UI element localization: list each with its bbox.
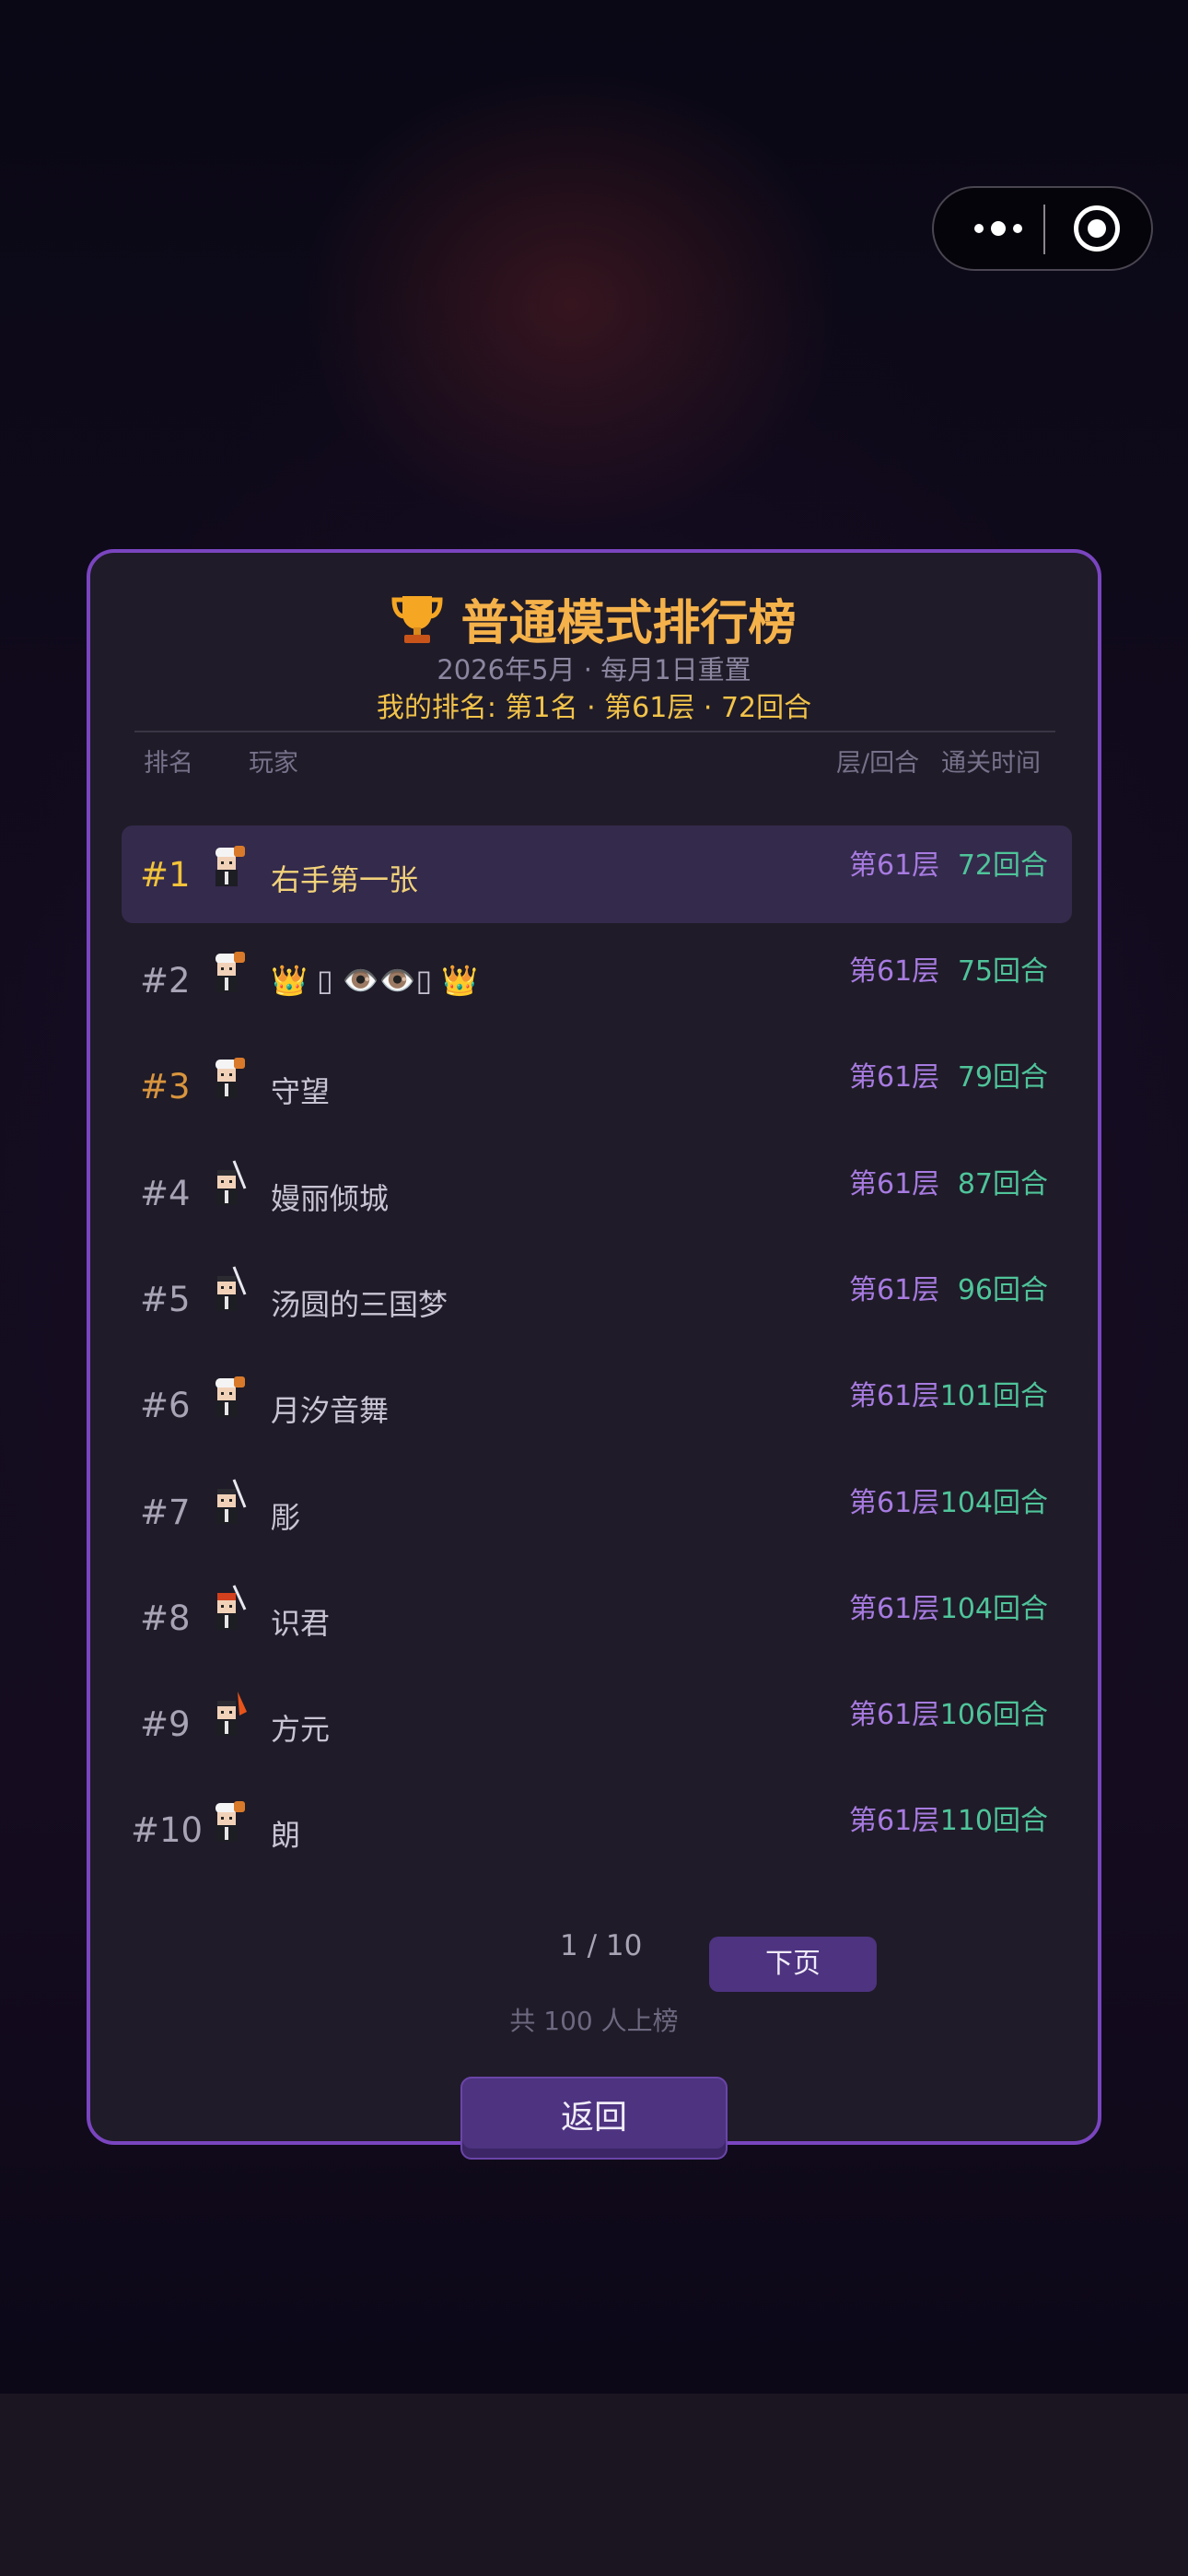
rank-number: #8 — [140, 1598, 191, 1638]
chef-icon — [215, 1376, 245, 1417]
player-name: 方元 — [271, 1712, 331, 1747]
chef-icon — [215, 1801, 245, 1842]
rank-number: #7 — [140, 1493, 191, 1532]
page-title: 普通模式排行榜 — [460, 596, 797, 651]
swordsman-icon — [215, 1266, 247, 1311]
leaderboard-row: #4 嫚丽倾城 第61层 87回合 — [122, 1144, 1072, 1242]
red-swordsman-icon — [215, 1585, 247, 1630]
trophy-icon — [391, 595, 443, 643]
rank-number: #2 — [140, 961, 191, 1001]
more-dots-icon[interactable] — [960, 188, 1037, 269]
rank-number: #9 — [140, 1704, 191, 1744]
player-name: 月汐音舞 — [271, 1393, 390, 1428]
header-time: 通关时间 — [941, 749, 1041, 778]
floor-reached: 第61层 — [849, 1380, 940, 1412]
leaderboard-row: #10 朗 第61层 110回合 — [122, 1781, 1072, 1879]
floor-reached: 第61层 — [849, 1274, 940, 1306]
next-page-button[interactable]: 下页 — [709, 1937, 877, 1992]
rank-number: #3 — [140, 1067, 191, 1107]
leaderboard-row: #5 汤圆的三国梦 第61层 96回合 — [122, 1250, 1072, 1348]
leaderboard-row: #3 守望 第61层 79回合 — [122, 1037, 1072, 1135]
leaderboard-panel: 普通模式排行榜 2026年5月 · 每月1日重置 我的排名: 第1名 · 第61… — [87, 549, 1101, 2145]
floor-reached: 第61层 — [849, 849, 940, 882]
floor-reached: 第61层 — [849, 1061, 940, 1094]
clear-turns: 104回合 — [939, 1487, 1048, 1519]
season-subtitle: 2026年5月 · 每月1日重置 — [437, 654, 751, 685]
leaderboard-row: #7 彫 第61层 104回合 — [122, 1463, 1072, 1561]
clear-turns: 101回合 — [939, 1380, 1048, 1412]
chef-icon — [215, 952, 245, 992]
player-name: 嫚丽倾城 — [271, 1181, 390, 1216]
rank-number: #5 — [140, 1280, 191, 1319]
fire-swordsman-icon — [215, 1692, 247, 1736]
clear-turns: 75回合 — [957, 955, 1048, 988]
player-name: 右手第一张 — [271, 862, 419, 897]
leaderboard-row: #9 方元 第61层 106回合 — [122, 1675, 1072, 1773]
floor-reached: 第61层 — [849, 1699, 940, 1731]
leaderboard-row: #2 👑 ▯ 👁‍👁▯ 👑 第61层 75回合 — [122, 931, 1072, 1029]
rank-number: #1 — [140, 855, 191, 895]
floor-reached: 第61层 — [849, 1593, 940, 1625]
player-name: 彫 — [271, 1500, 301, 1535]
capsule-divider — [1043, 205, 1045, 254]
rank-number: #10 — [131, 1810, 204, 1850]
floor-reached: 第61层 — [849, 1805, 940, 1837]
header-rank: 排名 — [144, 749, 193, 778]
player-name: 朗 — [271, 1818, 301, 1853]
clear-turns: 79回合 — [957, 1061, 1048, 1094]
header-divider — [134, 731, 1055, 732]
clear-turns: 110回合 — [939, 1805, 1048, 1837]
clear-turns: 87回合 — [957, 1168, 1048, 1200]
header-player: 玩家 — [249, 749, 298, 778]
mini-program-capsule — [932, 186, 1153, 271]
rank-number: #6 — [140, 1386, 191, 1425]
bottom-bar — [0, 2394, 1188, 2576]
my-rank: 我的排名: 第1名 · 第61层 · 72回合 — [376, 692, 812, 724]
floor-reached: 第61层 — [849, 1168, 940, 1200]
leaderboard-row: #8 识君 第61层 104回合 — [122, 1569, 1072, 1667]
back-button[interactable]: 返回 — [460, 2077, 728, 2160]
clear-turns: 72回合 — [957, 849, 1048, 882]
chef-icon — [215, 846, 245, 886]
swordsman-icon — [215, 1479, 247, 1524]
clear-turns: 106回合 — [939, 1699, 1048, 1731]
rank-number: #4 — [140, 1174, 191, 1213]
clear-turns: 104回合 — [939, 1593, 1048, 1625]
leaderboard-row: #6 月汐音舞 第61层 101回合 — [122, 1356, 1072, 1454]
player-name: 汤圆的三国梦 — [271, 1287, 448, 1322]
player-name: 👑 ▯ 👁‍👁▯ 👑 — [271, 963, 479, 998]
player-name: 守望 — [271, 1074, 331, 1109]
floor-reached: 第61层 — [849, 1487, 940, 1519]
title-row: 普通模式排行榜 — [90, 584, 1098, 651]
header-floor: 层/回合 — [836, 749, 920, 778]
chef-icon — [215, 1058, 245, 1098]
player-name: 识君 — [271, 1606, 331, 1641]
page-indicator: 1 / 10 — [560, 1929, 643, 1962]
total-count: 共 100 人上榜 — [509, 2006, 679, 2036]
leaderboard-row: #1 右手第一张 第61层 72回合 — [122, 825, 1072, 923]
swordsman-icon — [215, 1160, 247, 1205]
clear-turns: 96回合 — [957, 1274, 1048, 1306]
floor-reached: 第61层 — [849, 955, 940, 988]
target-icon[interactable] — [1074, 205, 1120, 252]
